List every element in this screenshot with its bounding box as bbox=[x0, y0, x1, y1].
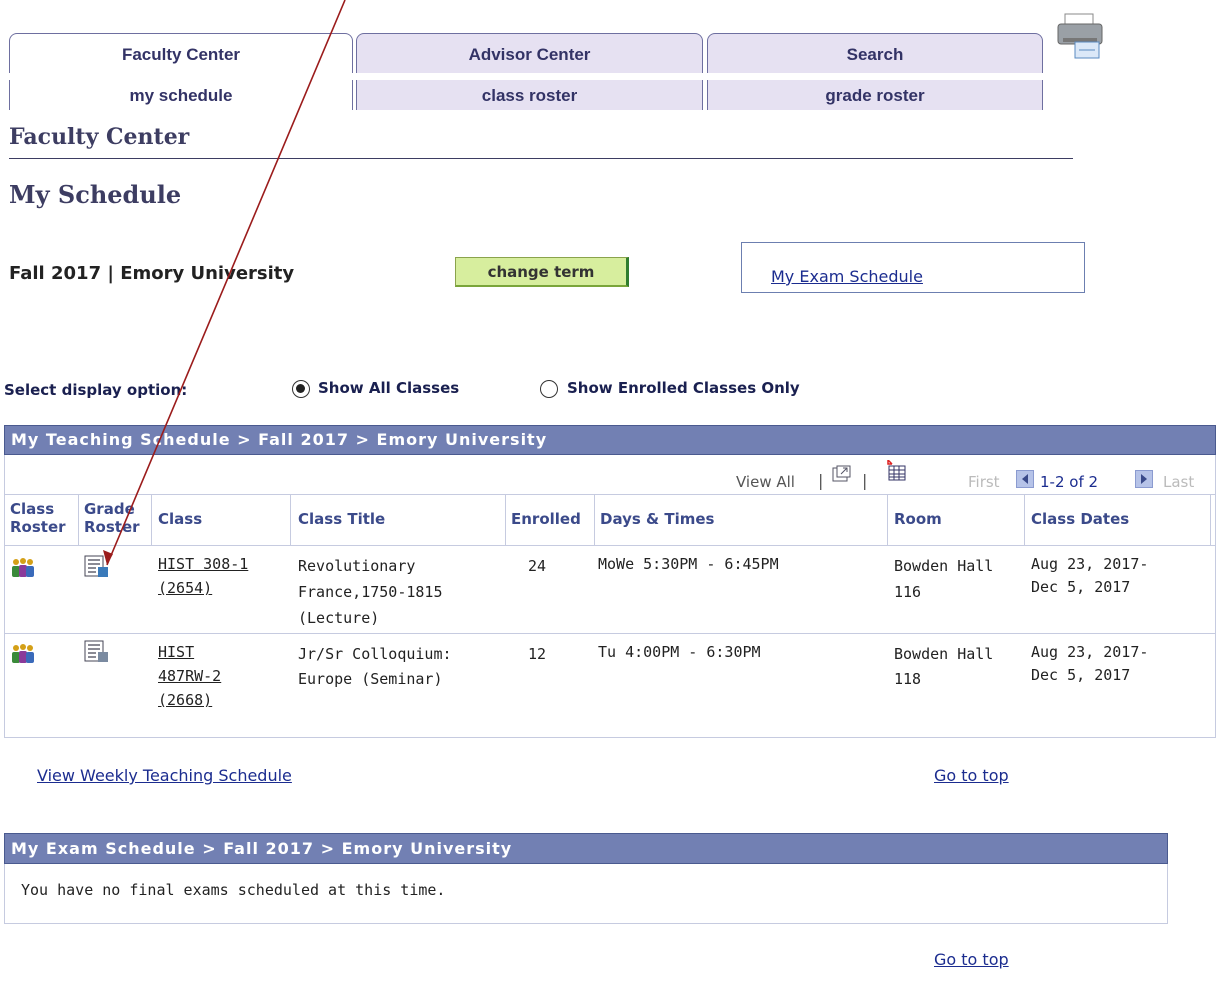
column-header-class-dates: Class Dates bbox=[1031, 510, 1130, 528]
subtab-grade-roster[interactable]: grade roster bbox=[707, 80, 1043, 110]
room: 116 bbox=[894, 583, 922, 601]
class-roster-icon[interactable] bbox=[10, 557, 36, 579]
radio-dot bbox=[296, 384, 305, 393]
view-all-link[interactable]: View All bbox=[736, 473, 795, 491]
tab-faculty-center[interactable]: Faculty Center bbox=[9, 33, 353, 73]
grade-roster-icon[interactable] bbox=[84, 640, 110, 664]
class-title: Jr/Sr Colloquium: bbox=[298, 645, 452, 663]
term-label: Fall 2017 | Emory University bbox=[9, 263, 295, 284]
exam-schedule-link[interactable]: My Exam Schedule bbox=[771, 267, 923, 286]
printer-icon[interactable] bbox=[1055, 12, 1105, 60]
tab-advisor-center[interactable]: Advisor Center bbox=[356, 33, 703, 73]
enrolled-count: 12 bbox=[528, 645, 547, 663]
column-header-class-roster-2: Roster bbox=[10, 518, 66, 536]
download-grid-icon[interactable] bbox=[885, 459, 907, 482]
subtab-class-roster[interactable]: class roster bbox=[356, 80, 703, 110]
exam-schedule-box: My Exam Schedule bbox=[741, 242, 1085, 293]
nav-separator: | bbox=[862, 471, 868, 490]
days-times: MoWe 5:30PM - 6:45PM bbox=[598, 555, 779, 573]
column-divider bbox=[151, 494, 152, 545]
section-divider bbox=[9, 158, 1073, 159]
class-dates: Dec 5, 2017 bbox=[1031, 578, 1131, 596]
room: 118 bbox=[894, 670, 922, 688]
column-divider bbox=[594, 494, 595, 545]
column-header-grade-roster-2: Roster bbox=[84, 518, 140, 536]
last-link: Last bbox=[1163, 473, 1195, 491]
go-to-top-link[interactable]: Go to top bbox=[934, 766, 1009, 785]
room: Bowden Hall bbox=[894, 557, 994, 575]
exam-schedule-header: My Exam Schedule > Fall 2017 > Emory Uni… bbox=[4, 833, 1168, 864]
tab-label: Faculty Center bbox=[121, 45, 241, 64]
class-title: France,1750-1815 bbox=[298, 583, 443, 601]
page-range: 1-2 of 2 bbox=[1040, 473, 1099, 491]
column-header-room: Room bbox=[894, 510, 942, 528]
class-link[interactable]: HIST bbox=[158, 640, 194, 664]
column-header-class-title: Class Title bbox=[298, 510, 386, 528]
subtab-label: grade roster bbox=[825, 86, 925, 105]
radio-show-all[interactable] bbox=[292, 380, 310, 398]
column-header-class-roster-1: Class bbox=[10, 500, 55, 518]
class-roster-icon[interactable] bbox=[10, 643, 36, 665]
display-option-label: Select display option: bbox=[4, 381, 188, 399]
weekly-schedule-link[interactable]: View Weekly Teaching Schedule bbox=[37, 766, 292, 785]
row-divider bbox=[4, 494, 1216, 495]
column-header-grade-roster-1: Grade bbox=[84, 500, 135, 518]
room: Bowden Hall bbox=[894, 645, 994, 663]
column-header-class: Class bbox=[158, 510, 203, 528]
radio-show-enrolled[interactable] bbox=[540, 380, 558, 398]
tab-label: Advisor Center bbox=[468, 45, 591, 64]
class-dates: Aug 23, 2017- bbox=[1031, 555, 1149, 573]
zoom-icon[interactable] bbox=[832, 465, 852, 483]
row-divider bbox=[4, 545, 1216, 546]
tab-label: Search bbox=[846, 45, 904, 64]
change-term-button[interactable]: change term bbox=[455, 257, 629, 287]
class-number-link[interactable]: (2654) bbox=[158, 576, 212, 600]
class-dates: Aug 23, 2017- bbox=[1031, 643, 1149, 661]
nav-separator: | bbox=[818, 471, 824, 490]
days-times: Tu 4:00PM - 6:30PM bbox=[598, 643, 761, 661]
go-to-top-link[interactable]: Go to top bbox=[934, 950, 1009, 969]
column-divider bbox=[78, 494, 79, 545]
grade-roster-icon[interactable] bbox=[84, 555, 110, 579]
column-header-enrolled: Enrolled bbox=[511, 510, 581, 528]
row-divider bbox=[4, 633, 1216, 634]
next-arrow-icon bbox=[1135, 470, 1153, 488]
class-title: Revolutionary bbox=[298, 557, 416, 575]
column-divider bbox=[887, 494, 888, 545]
class-number-link[interactable]: (2668) bbox=[158, 688, 212, 712]
subtab-label: my schedule bbox=[129, 86, 233, 105]
column-divider bbox=[290, 494, 291, 545]
subtab-my-schedule[interactable]: my schedule bbox=[9, 80, 353, 110]
teaching-schedule-header: My Teaching Schedule > Fall 2017 > Emory… bbox=[4, 425, 1216, 455]
option-show-enrolled-label[interactable]: Show Enrolled Classes Only bbox=[567, 379, 800, 397]
exam-schedule-panel: You have no final exams scheduled at thi… bbox=[4, 864, 1168, 924]
section-title: Faculty Center bbox=[9, 124, 190, 150]
subtab-label: class roster bbox=[481, 86, 578, 105]
tab-search[interactable]: Search bbox=[707, 33, 1043, 73]
no-exams-message: You have no final exams scheduled at thi… bbox=[21, 881, 446, 899]
first-link: First bbox=[968, 473, 1000, 491]
class-title: (Lecture) bbox=[298, 609, 380, 627]
option-show-all-label[interactable]: Show All Classes bbox=[318, 379, 459, 397]
class-dates: Dec 5, 2017 bbox=[1031, 666, 1131, 684]
class-link[interactable]: 487RW-2 bbox=[158, 664, 221, 688]
enrolled-count: 24 bbox=[528, 557, 547, 575]
page-title: My Schedule bbox=[9, 180, 182, 209]
previous-arrow-icon bbox=[1016, 470, 1034, 488]
class-title: Europe (Seminar) bbox=[298, 670, 443, 688]
column-divider bbox=[505, 494, 506, 545]
class-link[interactable]: HIST 308-1 bbox=[158, 552, 248, 576]
column-header-days-times: Days & Times bbox=[600, 510, 715, 528]
column-divider bbox=[1024, 494, 1025, 545]
column-divider bbox=[1210, 494, 1211, 545]
